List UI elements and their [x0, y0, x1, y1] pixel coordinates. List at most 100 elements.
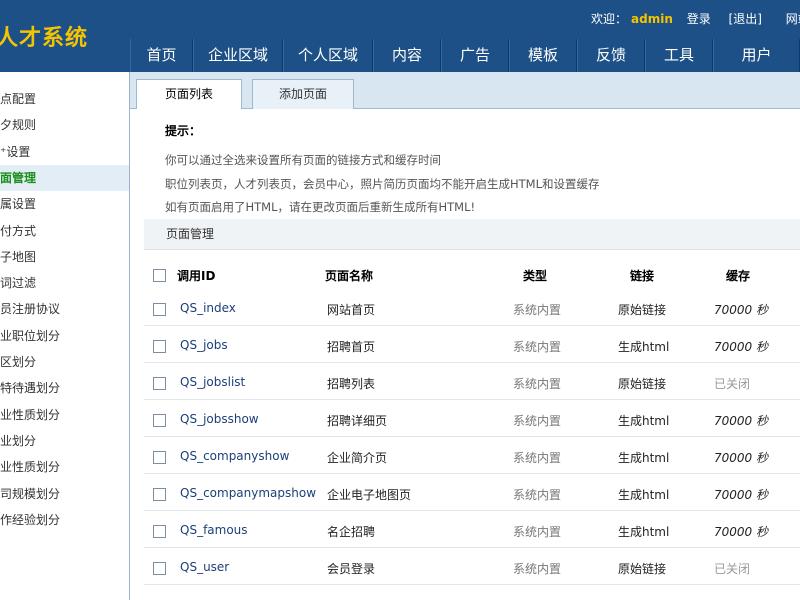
- cell-link[interactable]: 生成html: [618, 412, 669, 429]
- cell-name[interactable]: 名企招聘: [327, 523, 375, 540]
- cell-link[interactable]: 生成html: [618, 449, 669, 466]
- cell-link[interactable]: 原始链接: [618, 560, 666, 577]
- cell-link[interactable]: 生成html: [618, 338, 669, 355]
- cell-link[interactable]: 生成html: [618, 523, 669, 540]
- main-content: 页面列表 添加页面 提示： 你可以通过全选来设置所有页面的链接方式和缓存时间 职…: [130, 72, 800, 600]
- cell-link[interactable]: 生成html: [618, 486, 669, 503]
- col-header-cache: 缓存: [726, 269, 751, 283]
- cell-name[interactable]: 招聘首页: [327, 338, 375, 355]
- nav-company[interactable]: 企业区域: [193, 39, 283, 72]
- nav-content[interactable]: 内容: [373, 39, 441, 72]
- row-divider: [144, 436, 800, 437]
- cell-cache: 已关闭: [714, 377, 751, 391]
- nav-feedback[interactable]: 反馈: [577, 39, 645, 72]
- user-bar: 欢迎：admin 登录 [退出] 网站: [591, 10, 800, 27]
- tab-bar: 页面列表 添加页面: [130, 72, 800, 109]
- col-header-type: 类型: [523, 269, 548, 283]
- nav-tools[interactable]: 工具: [645, 39, 713, 72]
- cell-name[interactable]: 招聘列表: [327, 375, 375, 392]
- sidebar-item[interactable]: 夕规则: [0, 112, 129, 138]
- sidebar-item[interactable]: ⁺设置: [0, 139, 129, 165]
- cell-type: 系统内置: [513, 488, 562, 502]
- sidebar-item[interactable]: 区划分: [0, 349, 129, 375]
- cell-name[interactable]: 企业电子地图页: [327, 486, 411, 503]
- nav-templates[interactable]: 模板: [509, 39, 577, 72]
- row-checkbox[interactable]: [153, 340, 166, 353]
- nav-users[interactable]: 用户: [713, 39, 800, 72]
- row-checkbox[interactable]: [153, 414, 166, 427]
- welcome-text: 欢迎：: [591, 12, 628, 26]
- sidebar-item[interactable]: 业性质划分: [0, 402, 129, 428]
- cell-name[interactable]: 会员登录: [327, 560, 375, 577]
- select-all-checkbox[interactable]: [153, 269, 166, 282]
- row-checkbox[interactable]: [153, 377, 166, 390]
- sidebar-item[interactable]: 员注册协议: [0, 296, 129, 322]
- col-header-name: 页面名称: [325, 269, 374, 283]
- cell-id: QS_companymapshow: [180, 486, 317, 500]
- cell-type: 系统内置: [513, 303, 562, 317]
- cell-type: 系统内置: [513, 562, 562, 576]
- row-checkbox[interactable]: [153, 451, 166, 464]
- cell-cache: 70000 秒: [714, 525, 768, 539]
- nav-home[interactable]: 首页: [130, 39, 193, 72]
- sidebar-item[interactable]: 点配置: [0, 86, 129, 112]
- tip-line: 职位列表页，人才列表页，会员中心，照片简历页面均不能开启生成HTML和设置缓存: [165, 177, 600, 191]
- cell-type: 系统内置: [513, 414, 562, 428]
- cell-name[interactable]: 网站首页: [327, 301, 375, 318]
- row-divider: [144, 325, 800, 326]
- row-checkbox[interactable]: [153, 303, 166, 316]
- cell-id: QS_user: [180, 560, 230, 574]
- cell-cache: 70000 秒: [714, 451, 768, 465]
- sidebar-item[interactable]: 面管理: [0, 164, 129, 191]
- cell-link[interactable]: 原始链接: [618, 375, 666, 392]
- cell-cache: 70000 秒: [714, 303, 768, 317]
- cell-id: QS_jobslist: [180, 375, 246, 389]
- cell-id: QS_jobsshow: [180, 412, 259, 426]
- section-header: 页面管理: [144, 219, 800, 250]
- sidebar-item[interactable]: 作经验划分: [0, 507, 129, 533]
- sidebar-item[interactable]: 业职位划分: [0, 323, 129, 349]
- cell-type: 系统内置: [513, 377, 562, 391]
- tip-line: 如有页面启用了HTML，请在更改页面后重新生成所有HTML!: [165, 200, 476, 214]
- sidebar-item[interactable]: 属设置: [0, 191, 129, 217]
- sidebar-item[interactable]: 子地图: [0, 244, 129, 270]
- col-header-id: 调用ID: [177, 269, 216, 283]
- logout-link[interactable]: [退出]: [729, 12, 762, 26]
- sidebar-item[interactable]: 业性质划分: [0, 454, 129, 480]
- username: admin: [631, 12, 673, 26]
- sidebar: 点配置 夕规则 ⁺设置 面管理 属设置 付方式 子地图 词过滤 员注册协议 业职位划分 区划分 特待遇…: [0, 72, 130, 600]
- sidebar-item[interactable]: 付方式: [0, 218, 129, 244]
- cell-link[interactable]: 原始链接: [618, 301, 666, 318]
- sidebar-item[interactable]: 业划分: [0, 428, 129, 454]
- cell-type: 系统内置: [513, 525, 562, 539]
- tips-title: 提示：: [165, 124, 202, 138]
- cell-name[interactable]: 企业简介页: [327, 449, 387, 466]
- col-header-link: 链接: [630, 269, 655, 283]
- tip-line: 你可以通过全选来设置所有页面的链接方式和缓存时间: [165, 153, 441, 167]
- tab-add-page[interactable]: 添加页面: [252, 79, 354, 109]
- sidebar-item[interactable]: 司规模划分: [0, 481, 129, 507]
- tab-page-list[interactable]: 页面列表: [136, 79, 242, 109]
- sidebar-item[interactable]: 特待遇划分: [0, 375, 129, 401]
- sidebar-item[interactable]: 词过滤: [0, 270, 129, 296]
- cell-name[interactable]: 招聘详细页: [327, 412, 387, 429]
- site-link[interactable]: 网站: [786, 12, 800, 26]
- cell-type: 系统内置: [513, 340, 562, 354]
- cell-id: QS_famous: [180, 523, 248, 537]
- site-logo: 人才系统: [0, 26, 89, 51]
- row-divider: [144, 547, 800, 548]
- cell-cache: 70000 秒: [714, 414, 768, 428]
- row-divider: [144, 399, 800, 400]
- header-bar: 人才系统 欢迎：admin 登录 [退出] 网站 首页 企业区域 个人区域 内容…: [0, 0, 800, 72]
- row-checkbox[interactable]: [153, 488, 166, 501]
- cell-id: QS_jobs: [180, 338, 228, 352]
- nav-personal[interactable]: 个人区域: [283, 39, 373, 72]
- row-checkbox[interactable]: [153, 525, 166, 538]
- section-title: 页面管理: [166, 227, 215, 241]
- row-divider: [144, 362, 800, 363]
- nav-ads[interactable]: 广告: [441, 39, 509, 72]
- cell-id: QS_index: [180, 301, 236, 315]
- row-checkbox[interactable]: [153, 562, 166, 575]
- login-link[interactable]: 登录: [687, 12, 711, 26]
- cell-cache: 70000 秒: [714, 488, 768, 502]
